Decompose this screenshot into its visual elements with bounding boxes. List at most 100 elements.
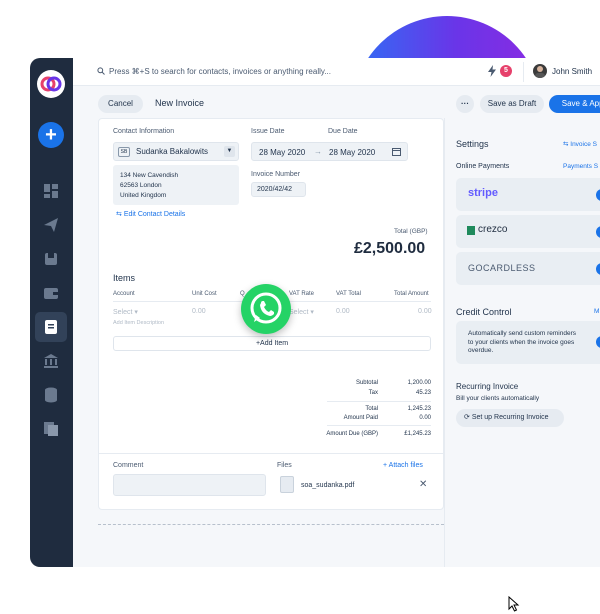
lightning-icon[interactable]	[487, 65, 497, 77]
user-name[interactable]: John Smith	[552, 67, 592, 76]
search-icon	[97, 67, 105, 75]
comment-label: Comment	[113, 462, 144, 469]
total-amount: £2,500.00	[354, 240, 426, 257]
add-item-button[interactable]: +Add Item	[113, 336, 431, 351]
crezco-logo-icon	[467, 226, 475, 235]
address-line: 134 New Cavendish	[120, 172, 179, 179]
issue-date-value[interactable]: 28 May 2020	[259, 148, 305, 157]
dashboard-icon[interactable]	[42, 182, 60, 200]
account-select-label: Select	[113, 309, 133, 316]
invoice-number-value: 2020/42/42	[257, 186, 293, 193]
stripe-payment-option[interactable]: stripe	[456, 178, 600, 211]
contact-initials-badge: SB	[118, 147, 130, 157]
whatsapp-icon[interactable]	[241, 284, 291, 334]
calendar-icon[interactable]	[392, 147, 401, 156]
amount-due-label: Amount Due (GBP)	[326, 431, 378, 437]
comment-input[interactable]	[113, 474, 266, 496]
invoice-number-label: Invoice Number	[251, 171, 301, 178]
attached-file-name[interactable]: soa_sudanka.pdf	[301, 482, 354, 489]
edit-contact-label: Edit Contact Details	[123, 211, 186, 218]
invoice-icon[interactable]	[42, 318, 60, 336]
column-header: VAT Total	[336, 291, 361, 297]
send-icon[interactable]	[42, 216, 60, 234]
footer-divider	[99, 453, 443, 454]
account-select[interactable]: Select ▾	[113, 308, 138, 316]
crezco-payment-option[interactable]: crezco	[456, 215, 600, 248]
recurring-invoice-subtitle: Bill your clients automatically	[456, 395, 540, 402]
remove-file-icon[interactable]: ✕	[419, 479, 427, 490]
save-as-draft-button[interactable]: Save as Draft	[480, 95, 544, 113]
gocardless-payment-option[interactable]: GOCARDLESS	[456, 252, 600, 285]
wallet-icon[interactable]	[42, 284, 60, 302]
chevron-down-icon[interactable]: ▼	[224, 146, 235, 157]
gocardless-logo: GOCARDLESS	[468, 263, 536, 273]
refresh-icon: ⟳	[464, 414, 470, 421]
gocardless-toggle[interactable]	[596, 263, 600, 275]
address-line: 62563 London	[120, 182, 162, 189]
setup-recurring-invoice-button[interactable]: ⟳ Set up Recurring Invoice	[456, 409, 564, 427]
tax-label: Tax	[368, 390, 378, 396]
inbox-icon[interactable]	[42, 250, 60, 268]
crezco-logo: crezco	[478, 224, 508, 235]
credit-control-description: Automatically send custom reminders to y…	[468, 330, 577, 354]
stripe-logo: stripe	[468, 187, 498, 199]
page-title: New Invoice	[155, 98, 205, 108]
dashed-separator	[98, 524, 444, 525]
subtotal-value: 1,200.00	[407, 380, 431, 386]
tax-value: 45.23	[415, 390, 431, 396]
more-options-button[interactable]: ···	[456, 95, 474, 113]
vat-total-value: 0.00	[336, 308, 350, 315]
invoice-settings-link[interactable]: ⇆ Invoice S	[563, 140, 597, 148]
date-range-field[interactable]: 28 May 2020 → 28 May 2020	[251, 142, 408, 161]
create-new-button[interactable]: +	[38, 122, 64, 148]
invoice-number-input[interactable]: 2020/42/42	[251, 182, 306, 197]
files-label: Files	[277, 462, 292, 469]
vat-rate-select[interactable]: Select ▾	[289, 308, 314, 316]
total-summary-label: Total	[365, 406, 378, 412]
app-logo[interactable]	[37, 70, 65, 98]
column-header: Account	[113, 291, 135, 297]
column-header: Total Amount	[394, 291, 429, 297]
credit-control-link[interactable]: M	[594, 308, 599, 315]
stripe-toggle[interactable]	[596, 189, 600, 201]
amount-paid-value: 0.00	[419, 415, 431, 421]
amount-paid-label: Amount Paid	[343, 415, 378, 421]
vat-rate-select-label: Select	[289, 309, 309, 316]
total-summary-value: 1,245.23	[407, 406, 431, 412]
mouse-cursor-icon	[508, 596, 520, 612]
save-and-approve-button[interactable]: Save & Appr	[549, 95, 600, 113]
topbar-divider	[523, 62, 524, 82]
notification-badge[interactable]: 5	[500, 65, 512, 77]
search-input[interactable]: Press ⌘+S to search for contacts, invoic…	[109, 67, 331, 76]
cancel-button[interactable]: Cancel	[98, 95, 143, 113]
recurring-invoice-title: Recurring Invoice	[456, 382, 519, 391]
row-total-value: 0.00	[418, 308, 432, 315]
due-date-label: Due Date	[328, 128, 358, 135]
unit-cost-input[interactable]: 0.00	[192, 308, 206, 315]
file-icon	[280, 476, 294, 493]
item-description-input[interactable]: Add Item Description	[113, 320, 164, 326]
left-sidebar: +	[30, 58, 73, 567]
issue-date-label: Issue Date	[251, 128, 285, 135]
payments-settings-link[interactable]: Payments S	[563, 163, 598, 170]
crezco-toggle[interactable]	[596, 226, 600, 238]
contact-select[interactable]: SB Sudanka Bakalowits ▼	[113, 142, 239, 161]
top-search-bar: Press ⌘+S to search for contacts, invoic…	[73, 58, 600, 86]
attach-files-link[interactable]: + Attach files	[383, 462, 423, 469]
database-icon[interactable]	[42, 386, 60, 404]
edit-contact-link[interactable]: ⇆ Edit Contact Details	[116, 210, 185, 218]
bank-icon[interactable]	[42, 352, 60, 370]
online-payments-label: Online Payments	[456, 163, 510, 170]
documents-icon[interactable]	[42, 420, 60, 438]
credit-control-toggle[interactable]	[596, 336, 600, 348]
amount-due-value: £1,245.23	[404, 431, 431, 437]
avatar[interactable]	[533, 64, 547, 78]
summary-divider	[327, 401, 431, 402]
setup-recurring-label: Set up Recurring Invoice	[471, 414, 549, 421]
due-date-value[interactable]: 28 May 2020	[329, 148, 375, 157]
credit-control-title: Credit Control	[456, 307, 512, 317]
address-line: United Kingdom	[120, 192, 167, 199]
credit-control-card: Automatically send custom reminders to y…	[456, 321, 600, 364]
arrow-right-icon: →	[314, 147, 322, 156]
invoice-settings-label: Invoice S	[570, 141, 598, 148]
